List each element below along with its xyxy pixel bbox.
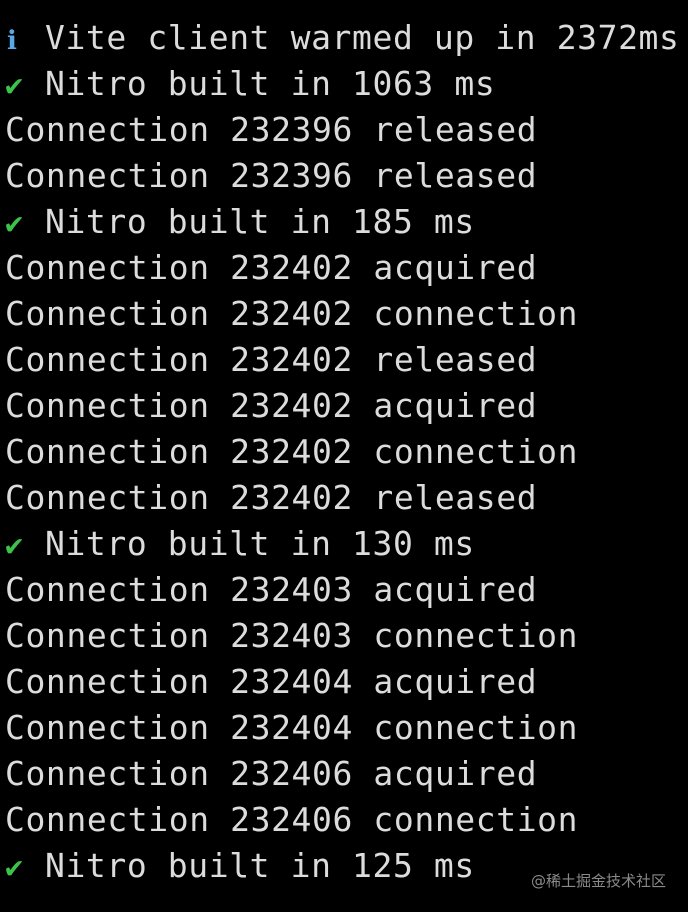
- log-text: Connection 232402 released: [5, 340, 538, 379]
- log-line: ✔ Nitro built in 185 ms: [5, 199, 688, 245]
- log-line: Connection 232402 acquired: [5, 383, 688, 429]
- log-line: ✔ Nitro built in 1063 ms: [5, 61, 688, 107]
- log-line: ✔ Nitro built in 130 ms: [5, 521, 688, 567]
- log-text: Nitro built in 130 ms: [45, 524, 475, 563]
- log-text: Connection 232404 acquired: [5, 662, 538, 701]
- info-icon: ℹ: [7, 26, 18, 56]
- log-text: Connection 232402 connection: [5, 432, 579, 471]
- log-line: Connection 232403 connection: [5, 613, 688, 659]
- log-line: Connection 232404 acquired: [5, 659, 688, 705]
- log-text: Connection 232406 connection: [5, 800, 579, 839]
- log-text: Connection 232403 acquired: [5, 570, 538, 609]
- log-text: Connection 232402 acquired: [5, 386, 538, 425]
- check-icon: ✔: [5, 850, 24, 885]
- check-icon: ✔: [5, 528, 24, 563]
- log-line: Connection 232406 connection: [5, 797, 688, 843]
- log-text: Connection 232402 released: [5, 478, 538, 517]
- log-line: Connection 232406 acquired: [5, 751, 688, 797]
- log-line: Connection 232396 released: [5, 153, 688, 199]
- log-text: Connection 232396 released: [5, 110, 538, 149]
- log-text: Connection 232402 acquired: [5, 248, 538, 287]
- log-line: Connection 232403 acquired: [5, 567, 688, 613]
- log-line: Connection 232402 connection: [5, 291, 688, 337]
- terminal-output: ℹ Vite client warmed up in 2372ms ✔ Nitro …: [0, 0, 688, 912]
- log-text: Vite client warmed up in 2372ms: [45, 18, 680, 57]
- log-text: Connection 232406 acquired: [5, 754, 538, 793]
- log-text: Connection 232403 connection: [5, 616, 579, 655]
- log-line: Connection 232402 released: [5, 337, 688, 383]
- log-line: Connection 232402 connection: [5, 429, 688, 475]
- log-line: Connection 232402 released: [5, 475, 688, 521]
- watermark: @稀土掘金技术社区: [530, 872, 666, 890]
- log-line: Connection 232396 released: [5, 107, 688, 153]
- log-line: Connection 232404 connection: [5, 705, 688, 751]
- log-text: Nitro built in 125 ms: [45, 846, 475, 885]
- log-text: Nitro built in 1063 ms: [45, 64, 496, 103]
- log-text: Nitro built in 185 ms: [45, 202, 475, 241]
- log-line: Connection 232402 acquired: [5, 245, 688, 291]
- log-line: ℹ Vite client warmed up in 2372ms: [5, 15, 688, 61]
- log-text: Connection 232402 connection: [5, 294, 579, 333]
- log-text: Connection 232396 released: [5, 156, 538, 195]
- log-text: Connection 232404 connection: [5, 708, 579, 747]
- check-icon: ✔: [5, 206, 24, 241]
- check-icon: ✔: [5, 68, 24, 103]
